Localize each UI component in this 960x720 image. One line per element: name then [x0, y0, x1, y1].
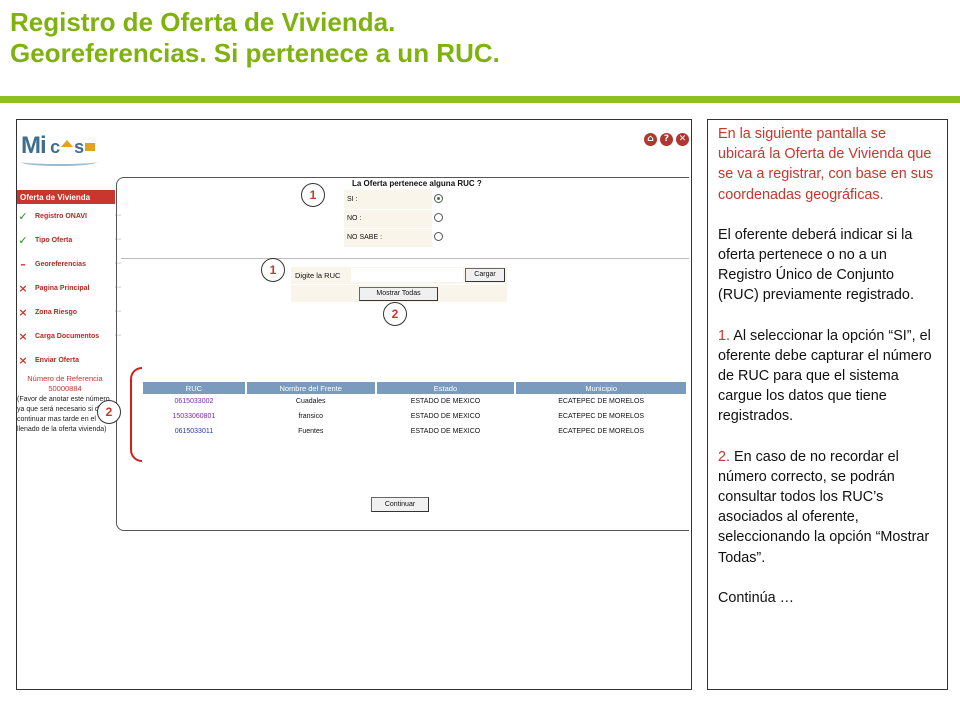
ruc-cell[interactable]: 15033060801: [143, 409, 245, 424]
show-all-row: Mostrar Todas: [291, 285, 507, 302]
column-header-nombre: Nombre del Frente: [246, 382, 375, 394]
estado-cell: ESTADO DE MEXICO: [410, 428, 481, 435]
nombre-cell: Cuadales: [295, 398, 326, 405]
table-row[interactable]: 0615033011 Fuentes ESTADO DE MEXICO ECAT…: [143, 424, 686, 439]
window-controls: ⌂ ? ✕: [644, 133, 689, 146]
sidebar-item-label: Registro ONAVI: [35, 212, 87, 220]
step-1-number: 1.: [718, 327, 731, 344]
slide-title-line-1: Registro de Oferta de Vivienda.: [10, 7, 396, 37]
option-label-si: SI :: [344, 190, 432, 210]
radio-si[interactable]: [434, 194, 443, 203]
option-label-no-sabe: NO SABE :: [344, 228, 432, 248]
explanation-panel: En la siguiente pantalla se ubicará la O…: [707, 119, 948, 690]
check-icon: ✓: [18, 209, 28, 223]
section-divider: [121, 258, 689, 259]
cross-icon: ×: [18, 353, 28, 367]
ruc-input-row: Digite la RUC Cargar: [291, 267, 507, 284]
logo-text-mi: Mi: [21, 132, 47, 159]
sidebar-item-label: Georeferencias: [35, 260, 86, 268]
continues-text: Continúa …: [718, 589, 794, 606]
sidebar-header: Oferta de Vivienda: [17, 190, 115, 204]
table-row[interactable]: 0615033002 Cuadales ESTADO DE MEXICO ECA…: [143, 394, 686, 409]
home-icon[interactable]: ⌂: [644, 133, 657, 146]
cross-icon: ×: [18, 329, 28, 343]
step-1-body: Al seleccionar la opción “SI”, el oferen…: [718, 327, 932, 425]
callout-1-ruc-input: 1: [261, 258, 285, 282]
municipio-cell: ECATEPEC DE MORELOS: [558, 398, 645, 405]
ruc-input-label: Digite la RUC: [295, 271, 341, 280]
reference-number: 50000884: [48, 384, 82, 393]
municipio-cell: ECATEPEC DE MORELOS: [558, 428, 645, 435]
ruc-cell[interactable]: 0615033011: [143, 424, 245, 439]
sidebar-item-tipo-oferta[interactable]: ✓ Tipo Oferta ·····: [17, 228, 122, 252]
logo-text-s: s: [74, 137, 85, 157]
continuar-button[interactable]: Continuar: [371, 497, 429, 512]
help-icon[interactable]: ?: [660, 133, 673, 146]
ruc-table: RUC Nombre del Frente Estado Municipio 0…: [141, 382, 688, 439]
logo-swoosh: [21, 158, 97, 166]
ruc-explanation-text: El oferente deberá indicar si la oferta …: [718, 226, 914, 304]
sidebar-item-zona-riesgo[interactable]: × Zona Riesgo ·····: [17, 300, 122, 324]
sidebar-item-pagina-principal[interactable]: × Pagina Principal ·····: [17, 276, 122, 300]
sidebar-item-registro-onavi[interactable]: ✓ Registro ONAVI ·····: [17, 204, 122, 228]
dash-icon: –: [20, 257, 26, 271]
sidebar-item-enviar-oferta[interactable]: × Enviar Oferta: [17, 348, 117, 372]
sidebar-item-label: Tipo Oferta: [35, 236, 73, 244]
radio-no-sabe[interactable]: [434, 232, 443, 241]
ruc-options: SI : NO : NO SABE :: [344, 190, 432, 248]
title-divider: [0, 96, 960, 103]
sidebar-item-label: Carga Documentos: [35, 332, 100, 340]
reference-label: Número de Referencia: [27, 374, 103, 383]
callout-2-show-all: 2: [383, 302, 407, 326]
column-header-estado: Estado: [376, 382, 515, 394]
ruc-cell[interactable]: 0615033002: [143, 394, 245, 409]
step-1-text: 1. Al seleccionar la opción “SI”, el ofe…: [718, 326, 937, 427]
sidebar-item-label: Pagina Principal: [35, 284, 90, 292]
municipio-cell: ECATEPEC DE MORELOS: [558, 413, 645, 420]
sidebar-item-label: Zona Riesgo: [35, 308, 78, 316]
sidebar-item-georeferencias[interactable]: – Georeferencias ·····: [17, 252, 122, 276]
cross-icon: ×: [18, 281, 28, 295]
step-2-number: 2.: [718, 448, 731, 465]
cargar-button[interactable]: Cargar: [465, 268, 505, 282]
check-icon: ✓: [18, 233, 28, 247]
step-2-text: 2. En caso de no recordar el número corr…: [718, 447, 937, 568]
ruc-question-title: La Oferta pertenece alguna RUC ?: [352, 179, 482, 188]
sidebar-item-carga-documentos[interactable]: × Carga Documentos ·····: [17, 324, 122, 348]
column-header-ruc: RUC: [143, 382, 245, 394]
ruc-input[interactable]: [351, 268, 463, 282]
estado-cell: ESTADO DE MEXICO: [410, 398, 481, 405]
intro-text: En la siguiente pantalla se ubicará la O…: [718, 126, 934, 203]
mostrar-todas-button[interactable]: Mostrar Todas: [359, 287, 438, 301]
step-2-body: En caso de no recordar el número correct…: [718, 448, 930, 566]
sidebar-item-label: Enviar Oferta: [35, 356, 79, 364]
nombre-cell: Fuentes: [298, 428, 324, 435]
reference-block: Número de Referencia 50000884: [17, 374, 113, 394]
nombre-cell: fransico: [298, 413, 323, 420]
callout-1-question: 1: [301, 183, 325, 207]
callout-2-table: 2: [97, 400, 121, 424]
cross-icon: ×: [18, 305, 28, 319]
logo-text-c: c: [50, 137, 61, 157]
option-label-no: NO :: [344, 209, 432, 229]
slide-title-line-2: Georeferencias. Si pertenece a un RUC.: [10, 38, 500, 68]
logo-house-icon: [85, 143, 96, 151]
sidebar: Oferta de Vivienda ✓ Registro ONAVI ····…: [17, 190, 122, 435]
estado-cell: ESTADO DE MEXICO: [410, 413, 481, 420]
table-row[interactable]: 15033060801 fransico ESTADO DE MEXICO EC…: [143, 409, 686, 424]
close-icon[interactable]: ✕: [676, 133, 689, 146]
column-header-municipio: Municipio: [516, 382, 686, 394]
logo-roof-icon: [61, 140, 74, 147]
radio-no[interactable]: [434, 213, 443, 222]
slide-title: Registro de Oferta de Vivienda. Georefer…: [10, 7, 910, 69]
app-screenshot: Mi cs ⌂ ? ✕ Oferta de Vivienda ✓ Registr…: [16, 119, 692, 690]
